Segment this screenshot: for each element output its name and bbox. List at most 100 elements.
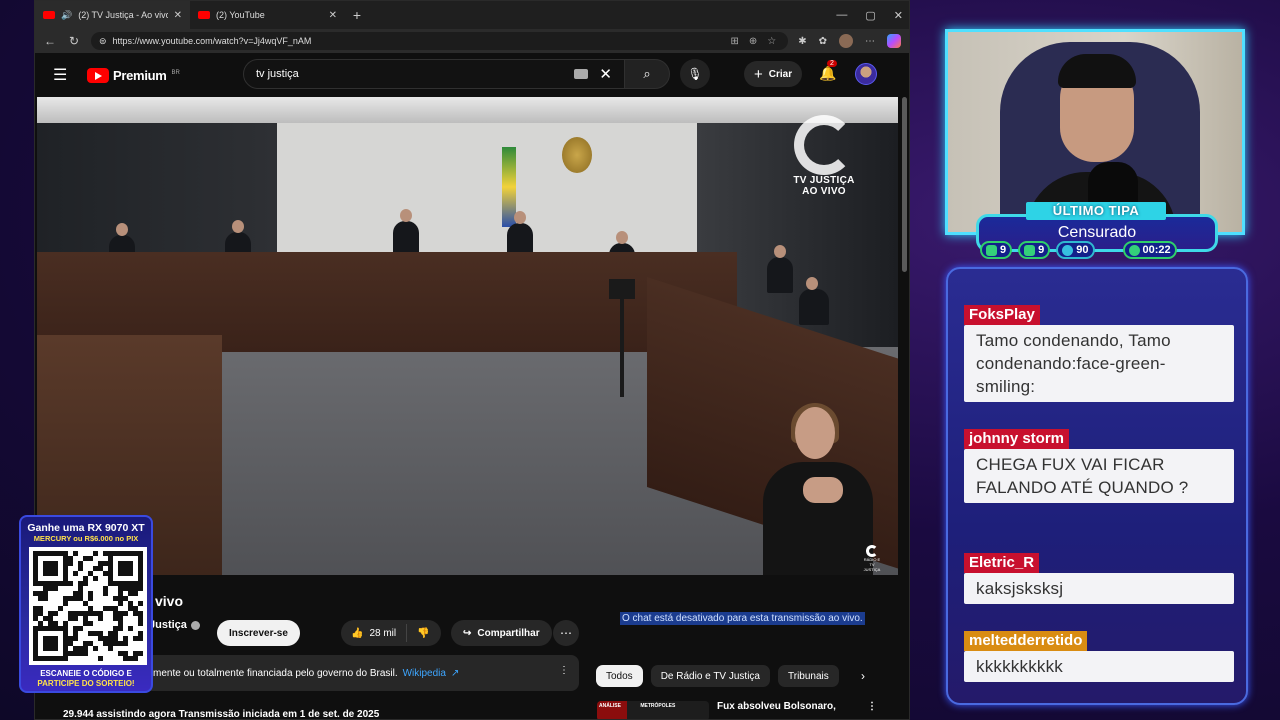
subscribe-button[interactable]: Inscrever-se bbox=[217, 620, 300, 646]
last-tip-label: ÚLTIMO TIPA bbox=[1026, 202, 1166, 220]
info-menu-icon[interactable]: ⋮ bbox=[559, 665, 569, 676]
giveaway-footer-1: ESCANEIE O CÓDIGO E bbox=[40, 669, 132, 678]
related-menu-icon[interactable]: ⋮ bbox=[867, 701, 877, 719]
url-field[interactable]: ⊜ https://www.youtube.com/watch?v=Jj4wqV… bbox=[91, 32, 789, 50]
courtroom-ceiling bbox=[37, 97, 898, 123]
copilot-icon[interactable] bbox=[887, 34, 901, 48]
related-video-item[interactable]: ANÁLISE METRÓPOLES Fux absolveu Bolsonar… bbox=[597, 701, 877, 719]
favorite-star-icon[interactable]: ☆ bbox=[767, 36, 776, 47]
browser-window: 🔊 (2) TV Justiça - Ao vivo - You ✕ (2) Y… bbox=[34, 0, 910, 720]
watermark-line1: TV JUSTIÇA bbox=[793, 175, 855, 186]
dislike-button[interactable]: 👎 bbox=[407, 628, 439, 639]
chat-text: kkkkkkkkkk bbox=[964, 651, 1234, 682]
chat-message: FoksPlay Tamo condenando, Tamo condenand… bbox=[964, 305, 1234, 402]
stream-stats: 9 9 90 00:22 bbox=[980, 241, 1177, 259]
tab-tv-justica[interactable]: 🔊 (2) TV Justiça - Ao vivo - You ✕ bbox=[35, 1, 190, 29]
tab-bar: 🔊 (2) TV Justiça - Ao vivo - You ✕ (2) Y… bbox=[35, 1, 909, 29]
giveaway-qr-panel: Ganhe uma RX 9070 XT MERCURY ou R$6.000 … bbox=[19, 515, 153, 693]
justice-figure bbox=[767, 245, 793, 293]
chat-author: meltedderretido bbox=[964, 631, 1088, 651]
back-icon[interactable]: ← bbox=[43, 34, 57, 48]
chip-all[interactable]: Todos bbox=[596, 665, 643, 687]
tab-title: (2) TV Justiça - Ao vivo - You bbox=[78, 10, 167, 20]
chips-next-icon[interactable]: › bbox=[861, 669, 865, 683]
camera-tripod bbox=[620, 297, 624, 397]
extension-icons: ✱ ✿ ⋯ bbox=[798, 34, 901, 48]
thumbs-up-icon: 👍 bbox=[351, 627, 364, 639]
giveaway-subline: MERCURY ou R$6.000 no PIX bbox=[33, 534, 139, 543]
clear-search-icon[interactable]: ✕ bbox=[599, 65, 612, 83]
stat-pill-video: 9 bbox=[1018, 241, 1051, 259]
speaker-icon[interactable]: 🔊 bbox=[61, 10, 72, 21]
chat-disabled-message: O chat está desativado para esta transmi… bbox=[620, 612, 865, 625]
notifications-button[interactable]: 🔔 2 bbox=[819, 60, 837, 82]
hamburger-menu-icon[interactable]: ☰ bbox=[53, 65, 73, 85]
more-actions-button[interactable]: ⋯ bbox=[553, 620, 579, 646]
close-tab-icon[interactable]: ✕ bbox=[174, 10, 182, 21]
site-info-icon[interactable]: ⊜ bbox=[99, 36, 107, 47]
window-controls: — ▢ ✕ bbox=[836, 1, 903, 29]
profile-sync-icon[interactable]: ✿ bbox=[819, 36, 827, 47]
channel-name-text: Justiça bbox=[149, 619, 187, 631]
stat-pill-chat: 9 bbox=[980, 241, 1013, 259]
close-window-icon[interactable]: ✕ bbox=[894, 9, 903, 22]
like-dislike-group: 👍 28 mil 👎 bbox=[341, 620, 441, 646]
like-button[interactable]: 👍 28 mil bbox=[341, 624, 408, 642]
stat-value: 9 bbox=[1000, 244, 1007, 256]
verified-icon bbox=[190, 620, 200, 630]
share-label: Compartilhar bbox=[477, 627, 540, 639]
wikipedia-link[interactable]: Wikipedia bbox=[403, 668, 446, 679]
youtube-logo[interactable]: Premium BR bbox=[87, 67, 180, 83]
youtube-play-icon bbox=[87, 67, 109, 83]
extension-icon[interactable]: ✱ bbox=[798, 36, 806, 47]
new-tab-icon[interactable]: + bbox=[345, 7, 369, 23]
video-title: vivo bbox=[155, 593, 184, 609]
maximize-icon[interactable]: ▢ bbox=[865, 9, 875, 22]
thumb-label: ANÁLISE bbox=[599, 703, 621, 709]
giveaway-footer-2: PARTICIPE DO SORTEIO! bbox=[37, 679, 135, 688]
mini-logo-icon bbox=[866, 545, 878, 557]
channel-name[interactable]: Justiça bbox=[149, 619, 200, 631]
keyboard-icon[interactable] bbox=[574, 69, 588, 79]
chip-tribunais[interactable]: Tribunais bbox=[778, 665, 839, 687]
url-actions: ⊞ ⊕ ☆ bbox=[730, 36, 780, 47]
menu-dots-icon[interactable]: ⋯ bbox=[865, 36, 875, 47]
mic-icon: 🎙 bbox=[687, 67, 703, 81]
share-icon: ↪ bbox=[463, 627, 472, 639]
share-button[interactable]: ↪ Compartilhar bbox=[451, 620, 552, 646]
url-text: https://www.youtube.com/watch?v=Jj4wqVF_… bbox=[112, 36, 312, 46]
viewers-icon bbox=[1062, 244, 1074, 256]
page-scrollbar[interactable] bbox=[902, 97, 907, 272]
like-count: 28 mil bbox=[369, 627, 397, 639]
tab-youtube[interactable]: (2) YouTube ✕ bbox=[190, 1, 345, 29]
reload-icon[interactable]: ↻ bbox=[67, 34, 81, 48]
voice-search-button[interactable]: 🎙 bbox=[680, 59, 710, 89]
bell-icon: 🔔 bbox=[819, 65, 837, 81]
video-player[interactable]: TV JUSTIÇA AO VIVO RÁDIO E TV JUSTIÇA bbox=[37, 97, 898, 575]
chat-message: meltedderretido kkkkkkkkkk bbox=[964, 631, 1234, 682]
related-thumbnail[interactable]: ANÁLISE METRÓPOLES bbox=[597, 701, 709, 719]
radio-tv-justica-mini-logo: RÁDIO E TV JUSTIÇA bbox=[861, 545, 883, 572]
stat-value: 9 bbox=[1038, 244, 1045, 256]
tv-camera bbox=[609, 279, 635, 299]
chip-radio-tv-justica[interactable]: De Rádio e TV Justiça bbox=[650, 665, 770, 687]
stat-value: 90 bbox=[1076, 244, 1089, 256]
logo-region: BR bbox=[171, 69, 180, 76]
coat-of-arms bbox=[562, 137, 592, 173]
account-avatar[interactable] bbox=[855, 63, 877, 85]
watch-stats: 29.944 assistindo agora Transmissão inic… bbox=[63, 709, 380, 720]
zoom-icon[interactable]: ⊕ bbox=[749, 36, 757, 47]
address-bar: ← ↻ ⊜ https://www.youtube.com/watch?v=Jj… bbox=[35, 29, 909, 53]
apps-icon[interactable]: ⊞ bbox=[730, 36, 738, 47]
profile-avatar-icon[interactable] bbox=[839, 34, 853, 48]
thumb-brand: METRÓPOLES bbox=[640, 703, 676, 709]
search-button[interactable]: ⌕ bbox=[624, 59, 670, 89]
youtube-header: ☰ Premium BR tv justiça ✕ ⌕ 🎙 + Criar 🔔 … bbox=[35, 53, 909, 97]
whatsapp-icon bbox=[1128, 244, 1140, 256]
tab-title: (2) YouTube bbox=[216, 10, 265, 20]
minimize-icon[interactable]: — bbox=[836, 9, 847, 21]
plus-icon: + bbox=[754, 65, 763, 83]
create-button[interactable]: + Criar bbox=[744, 61, 803, 87]
close-tab-icon[interactable]: ✕ bbox=[329, 10, 337, 21]
search-input[interactable]: tv justiça ✕ bbox=[243, 59, 625, 89]
